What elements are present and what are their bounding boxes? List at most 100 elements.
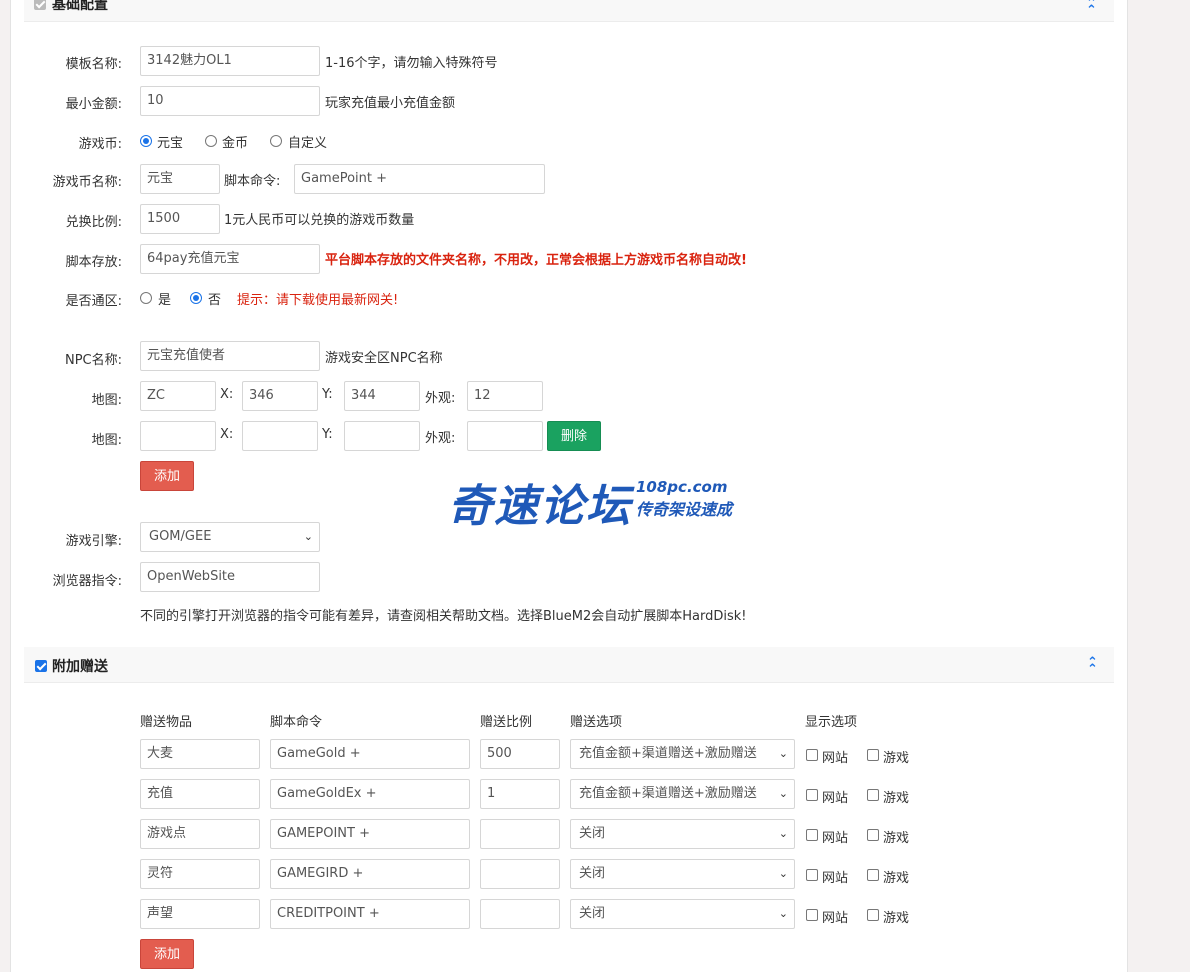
ratio-input[interactable]: 1500 xyxy=(140,204,220,234)
gift-cmd-input[interactable]: GameGoldEx + xyxy=(270,779,470,809)
gift-option-select[interactable]: 关闭 ⌄ xyxy=(570,899,795,929)
gift-cmd-input[interactable]: GAMEGIRD + xyxy=(270,859,470,889)
gift-section-title: 附加赠送 xyxy=(52,659,108,675)
currency-radio-custom[interactable] xyxy=(270,135,282,147)
show-web-checkbox[interactable] xyxy=(806,869,818,881)
show-game-checkbox[interactable] xyxy=(867,869,879,881)
basic-config-header[interactable]: 基础配置 ⌃ ⌃ xyxy=(24,0,1114,22)
currency-radio-yuanbao[interactable] xyxy=(140,135,152,147)
ratio-hint: 1元人民币可以兑换的游戏币数量 xyxy=(224,213,415,228)
gift-option-value: 关闭 xyxy=(579,826,606,841)
map-label-1: 地图: xyxy=(91,393,122,408)
map-y-input-1[interactable]: 344 xyxy=(344,381,420,411)
show-game-label: 游戏 xyxy=(883,831,910,846)
gift-header-ratio: 赠送比例 xyxy=(480,715,533,730)
map-name-input-2[interactable] xyxy=(140,421,216,451)
script-dir-input[interactable]: 64pay充值元宝 xyxy=(140,244,320,274)
show-web-label: 网站 xyxy=(822,751,849,766)
engine-select[interactable]: GOM/GEE ⌄ xyxy=(140,522,320,552)
gift-ratio-input[interactable] xyxy=(480,819,560,849)
gift-header-show: 显示选项 xyxy=(805,715,858,730)
map-look-input-2[interactable] xyxy=(467,421,543,451)
show-web-checkbox[interactable] xyxy=(806,909,818,921)
map-y-input-2[interactable] xyxy=(344,421,420,451)
watermark-main: 奇速论坛 xyxy=(448,481,632,532)
gift-option-select[interactable]: 关闭 ⌄ xyxy=(570,819,795,849)
show-game-checkbox[interactable] xyxy=(867,829,879,841)
npc-label: NPC名称: xyxy=(64,353,122,368)
show-web-label: 网站 xyxy=(822,791,849,806)
show-web-checkbox[interactable] xyxy=(806,829,818,841)
gift-item-input[interactable]: 游戏点 xyxy=(140,819,260,849)
show-game-label: 游戏 xyxy=(883,791,910,806)
universal-tip: 提示：请下载使用最新网关! xyxy=(237,293,399,308)
map-y-label-2: Y: xyxy=(322,427,333,442)
currency-name-label: 游戏币名称: xyxy=(52,175,122,190)
browser-cmd-note: 不同的引擎打开浏览器的指令可能有差异，请查阅相关帮助文档。选择BlueM2会自动… xyxy=(140,609,747,624)
show-game-label: 游戏 xyxy=(883,751,910,766)
chevron-down-icon: ⌄ xyxy=(778,827,788,840)
gift-option-select[interactable]: 充值金额+渠道赠送+激励赠送 ⌄ xyxy=(570,779,795,809)
map-look-input-1[interactable]: 12 xyxy=(467,381,543,411)
gift-ratio-input[interactable] xyxy=(480,899,560,929)
universal-label: 是否通区: xyxy=(65,294,122,309)
show-game-checkbox[interactable] xyxy=(867,789,879,801)
show-web-label: 网站 xyxy=(822,871,849,886)
gift-option-select[interactable]: 充值金额+渠道赠送+激励赠送 ⌄ xyxy=(570,739,795,769)
gift-item-input[interactable]: 灵符 xyxy=(140,859,260,889)
basic-config-title: 基础配置 xyxy=(52,0,108,13)
gift-item-input[interactable]: 充值 xyxy=(140,779,260,809)
engine-select-value: GOM/GEE xyxy=(149,529,212,544)
gift-section-header[interactable]: 附加赠送 ⌃ ⌃ xyxy=(24,647,1114,683)
gift-cmd-input[interactable]: GameGold + xyxy=(270,739,470,769)
show-web-checkbox[interactable] xyxy=(806,749,818,761)
show-game-checkbox[interactable] xyxy=(867,909,879,921)
gift-section-checkbox[interactable] xyxy=(35,660,47,672)
delete-map-button[interactable]: 删除 xyxy=(547,421,601,451)
map-x-label-1: X: xyxy=(220,387,234,402)
gift-option-value: 充值金额+渠道赠送+激励赠送 xyxy=(579,746,757,761)
npc-input[interactable]: 元宝充值使者 xyxy=(140,341,320,371)
currency-option-yuanbao: 元宝 xyxy=(157,136,184,151)
currency-label: 游戏币: xyxy=(78,137,122,152)
gift-header-option: 赠送选项 xyxy=(570,715,623,730)
gift-option-select[interactable]: 关闭 ⌄ xyxy=(570,859,795,889)
gift-cmd-input[interactable]: GAMEPOINT + xyxy=(270,819,470,849)
collapse-up-icon[interactable]: ⌃ ⌃ xyxy=(1086,0,1097,17)
show-web-label: 网站 xyxy=(822,831,849,846)
min-amount-input[interactable]: 10 xyxy=(140,86,320,116)
chevron-down-icon: ⌄ xyxy=(303,530,313,543)
browser-cmd-input[interactable]: OpenWebSite xyxy=(140,562,320,592)
currency-option-custom: 自定义 xyxy=(288,136,328,151)
show-game-checkbox[interactable] xyxy=(867,749,879,761)
universal-radio-no[interactable] xyxy=(190,292,202,304)
add-gift-button[interactable]: 添加 xyxy=(140,939,194,969)
chevron-down-icon: ⌄ xyxy=(778,747,788,760)
browser-cmd-label: 浏览器指令: xyxy=(52,574,122,589)
template-name-hint: 1-16个字，请勿输入特殊符号 xyxy=(325,56,498,71)
currency-option-gold: 金币 xyxy=(222,136,249,151)
gift-ratio-input[interactable]: 1 xyxy=(480,779,560,809)
add-map-button[interactable]: 添加 xyxy=(140,461,194,491)
script-cmd-input[interactable]: GamePoint + xyxy=(294,164,545,194)
map-x-input-2[interactable] xyxy=(242,421,318,451)
gift-ratio-input[interactable]: 500 xyxy=(480,739,560,769)
currency-name-input[interactable]: 元宝 xyxy=(140,164,220,194)
watermark-sub: 传奇架设速成 xyxy=(636,500,733,519)
engine-label: 游戏引擎: xyxy=(65,534,122,549)
ratio-label: 兑换比例: xyxy=(65,215,122,230)
show-web-checkbox[interactable] xyxy=(806,789,818,801)
map-y-label-1: Y: xyxy=(322,387,333,402)
basic-config-checkbox[interactable] xyxy=(34,0,46,10)
gift-item-input[interactable]: 大麦 xyxy=(140,739,260,769)
map-x-input-1[interactable]: 346 xyxy=(242,381,318,411)
gift-cmd-input[interactable]: CREDITPOINT + xyxy=(270,899,470,929)
collapse-up-icon[interactable]: ⌃ ⌃ xyxy=(1087,656,1098,676)
template-name-input[interactable]: 3142魅力OL1 xyxy=(140,46,320,76)
gift-ratio-input[interactable] xyxy=(480,859,560,889)
gift-item-input[interactable]: 声望 xyxy=(140,899,260,929)
universal-radio-yes[interactable] xyxy=(140,292,152,304)
currency-radio-gold[interactable] xyxy=(205,135,217,147)
map-name-input-1[interactable]: ZC xyxy=(140,381,216,411)
gift-option-value: 关闭 xyxy=(579,906,606,921)
